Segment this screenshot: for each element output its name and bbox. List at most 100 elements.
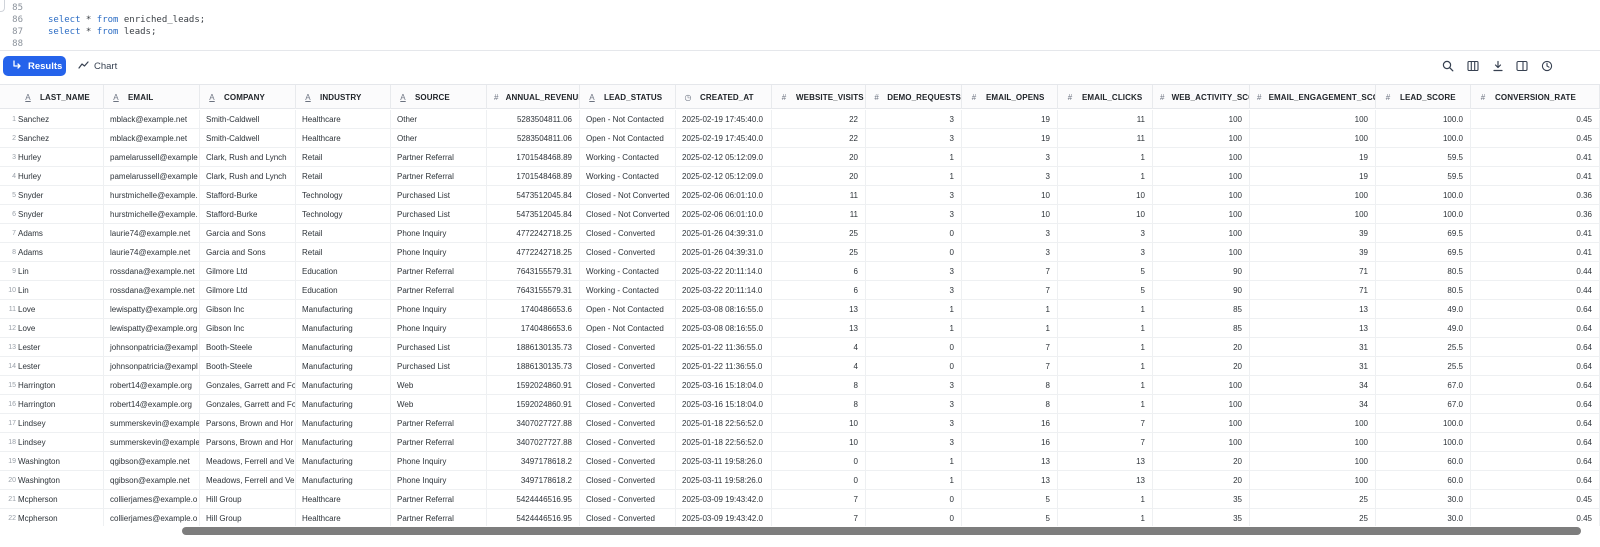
table-cell[interactable]: 11: [1058, 129, 1153, 148]
table-cell[interactable]: 100: [1250, 110, 1376, 129]
table-cell[interactable]: Snyder: [16, 186, 104, 205]
table-cell[interactable]: Booth-Steele: [200, 338, 296, 357]
tab-chart[interactable]: Chart: [76, 56, 126, 76]
table-cell[interactable]: 100: [1153, 414, 1250, 433]
table-cell[interactable]: Working - Contacted: [580, 167, 676, 186]
table-cell[interactable]: mblack@example.net: [104, 110, 200, 129]
table-cell[interactable]: Lester: [16, 357, 104, 376]
table-cell[interactable]: Closed - Converted: [580, 224, 676, 243]
table-cell[interactable]: Healthcare: [296, 509, 391, 526]
table-cell[interactable]: 16: [962, 414, 1058, 433]
columns-icon[interactable]: [1465, 58, 1481, 74]
table-cell[interactable]: Retail: [296, 224, 391, 243]
table-cell[interactable]: Manufacturing: [296, 471, 391, 490]
table-cell[interactable]: Technology: [296, 186, 391, 205]
table-cell[interactable]: Purchased List: [391, 338, 487, 357]
table-cell[interactable]: 0: [866, 509, 962, 526]
table-cell[interactable]: 0.64: [1471, 338, 1600, 357]
table-cell[interactable]: 2025-02-19 17:45:40.0: [676, 110, 772, 129]
table-cell[interactable]: 0.64: [1471, 357, 1600, 376]
search-icon[interactable]: [1440, 58, 1456, 74]
column-header[interactable]: A INDUSTRY: [296, 85, 391, 109]
table-cell[interactable]: 20: [772, 167, 866, 186]
table-cell[interactable]: 80.5: [1376, 262, 1471, 281]
table-cell[interactable]: Closed - Not Converted: [580, 186, 676, 205]
table-cell[interactable]: 22: [772, 110, 866, 129]
table-cell[interactable]: Technology: [296, 205, 391, 224]
table-cell[interactable]: Gibson Inc: [200, 319, 296, 338]
table-cell[interactable]: 71: [1250, 281, 1376, 300]
table-cell[interactable]: 10: [962, 186, 1058, 205]
table-cell[interactable]: 85: [1153, 319, 1250, 338]
table-cell[interactable]: Partner Referral: [391, 262, 487, 281]
table-cell[interactable]: 0: [866, 490, 962, 509]
table-cell[interactable]: 100: [1153, 205, 1250, 224]
table-cell[interactable]: 7: [772, 509, 866, 526]
table-cell[interactable]: Parsons, Brown and Hor: [200, 414, 296, 433]
table-cell[interactable]: 100.0: [1376, 129, 1471, 148]
table-cell[interactable]: 100: [1153, 243, 1250, 262]
sql-editor[interactable]: 85 86 select * from enriched_leads; 87 selec…: [0, 0, 1600, 51]
table-cell[interactable]: 1: [1058, 338, 1153, 357]
table-cell[interactable]: 1: [1058, 509, 1153, 526]
table-cell[interactable]: 13: [962, 452, 1058, 471]
table-cell[interactable]: 4772242718.25: [487, 243, 580, 262]
table-cell[interactable]: 5283504811.06: [487, 110, 580, 129]
horizontal-scrollbar[interactable]: [0, 526, 1600, 536]
table-cell[interactable]: 3: [866, 281, 962, 300]
table-cell[interactable]: Open - Not Contacted: [580, 300, 676, 319]
table-cell[interactable]: 2025-03-11 19:58:26.0: [676, 452, 772, 471]
table-cell[interactable]: Closed - Not Converted: [580, 205, 676, 224]
column-header[interactable]: ◷ CREATED_AT: [676, 85, 772, 109]
table-cell[interactable]: 19: [1250, 167, 1376, 186]
table-cell[interactable]: Healthcare: [296, 129, 391, 148]
table-cell[interactable]: Clark, Rush and Lynch: [200, 167, 296, 186]
tab-results[interactable]: Results: [3, 56, 66, 76]
table-cell[interactable]: 13: [962, 471, 1058, 490]
table-cell[interactable]: Mcpherson: [16, 490, 104, 509]
table-cell[interactable]: 20: [1153, 357, 1250, 376]
table-cell[interactable]: Stafford-Burke: [200, 186, 296, 205]
table-cell[interactable]: 100: [1250, 433, 1376, 452]
table-cell[interactable]: pamelarussell@example: [104, 167, 200, 186]
table-cell[interactable]: 7643155579.31: [487, 281, 580, 300]
table-cell[interactable]: 100: [1250, 186, 1376, 205]
table-cell[interactable]: 8: [772, 395, 866, 414]
table-cell[interactable]: 3: [866, 186, 962, 205]
table-row[interactable]: 21 Mcpherson collierjames@example.o Hill Gr…: [0, 490, 1600, 509]
table-cell[interactable]: 25.5: [1376, 338, 1471, 357]
table-cell[interactable]: 2025-03-08 08:16:55.0: [676, 300, 772, 319]
panel-icon[interactable]: [1514, 58, 1530, 74]
table-cell[interactable]: 1592024860.91: [487, 376, 580, 395]
table-cell[interactable]: Manufacturing: [296, 452, 391, 471]
table-cell[interactable]: 100: [1250, 414, 1376, 433]
table-cell[interactable]: 3: [866, 110, 962, 129]
table-cell[interactable]: Lin: [16, 262, 104, 281]
table-cell[interactable]: Adams: [16, 243, 104, 262]
table-cell[interactable]: 2025-01-26 04:39:31.0: [676, 224, 772, 243]
table-cell[interactable]: summerskevin@example: [104, 433, 200, 452]
table-cell[interactable]: Hill Group: [200, 509, 296, 526]
table-cell[interactable]: 7: [962, 357, 1058, 376]
table-cell[interactable]: Hill Group: [200, 490, 296, 509]
column-header[interactable]: # WEBSITE_VISITS: [772, 85, 866, 109]
table-cell[interactable]: 25.5: [1376, 357, 1471, 376]
table-cell[interactable]: 60.0: [1376, 452, 1471, 471]
table-cell[interactable]: 11: [1058, 110, 1153, 129]
column-header[interactable]: A LAST_NAME: [16, 85, 104, 109]
table-cell[interactable]: 10: [772, 414, 866, 433]
table-cell[interactable]: 19: [1250, 148, 1376, 167]
table-cell[interactable]: 7: [962, 338, 1058, 357]
table-cell[interactable]: Hurley: [16, 148, 104, 167]
table-row[interactable]: 9 Lin rossdana@example.net Gilmore Ltd Educa…: [0, 262, 1600, 281]
table-cell[interactable]: johnsonpatricia@exampl: [104, 357, 200, 376]
table-cell[interactable]: collierjames@example.o: [104, 490, 200, 509]
table-cell[interactable]: 100: [1250, 129, 1376, 148]
table-cell[interactable]: robert14@example.org: [104, 376, 200, 395]
column-header[interactable]: A SOURCE: [391, 85, 487, 109]
column-header[interactable]: # LEAD_SCORE: [1376, 85, 1471, 109]
table-cell[interactable]: Garcia and Sons: [200, 243, 296, 262]
table-cell[interactable]: Lester: [16, 338, 104, 357]
table-cell[interactable]: 100: [1153, 167, 1250, 186]
table-cell[interactable]: 5: [962, 509, 1058, 526]
